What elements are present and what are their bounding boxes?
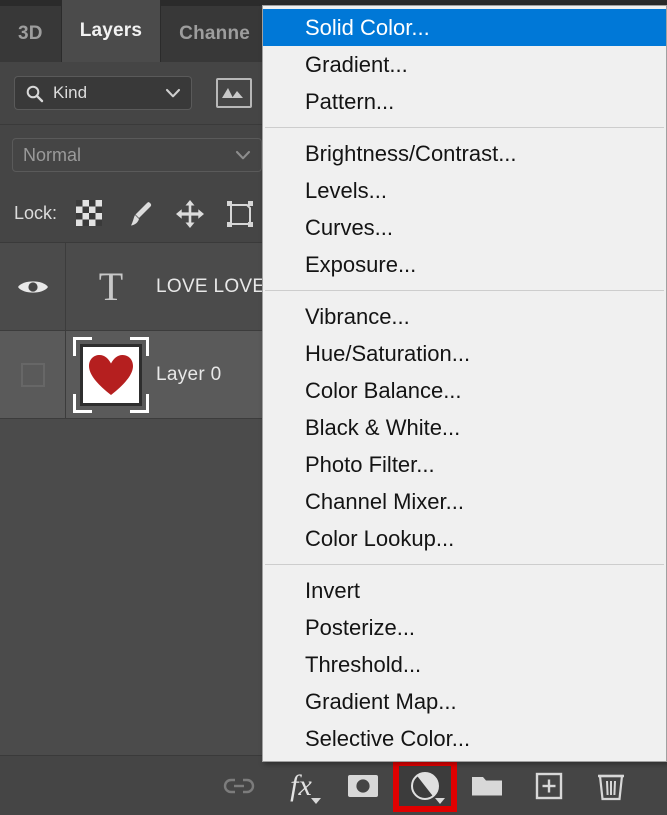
fx-label: fx	[290, 768, 312, 802]
menu-item-hue-saturation[interactable]: Hue/Saturation...	[263, 335, 666, 372]
blend-mode-select[interactable]: Normal	[12, 138, 262, 172]
adjustment-layer-context-menu: Solid Color... Gradient... Pattern... Br…	[262, 5, 667, 762]
menu-item-gradient-map[interactable]: Gradient Map...	[263, 683, 666, 720]
adjustment-layer-icon[interactable]	[393, 759, 457, 812]
tab-3d[interactable]: 3D	[0, 6, 62, 62]
text-layer-icon: T	[98, 263, 124, 309]
menu-item-pattern[interactable]: Pattern...	[263, 83, 666, 120]
menu-item-invert[interactable]: Invert	[263, 572, 666, 609]
new-group-folder-icon[interactable]	[459, 764, 515, 808]
search-icon	[25, 84, 44, 103]
eye-hidden-icon	[20, 362, 46, 388]
menu-item-threshold[interactable]: Threshold...	[263, 646, 666, 683]
menu-item-selective-color[interactable]: Selective Color...	[263, 720, 666, 757]
menu-item-label: Gradient Map...	[305, 688, 457, 714]
menu-item-label: Color Balance...	[305, 377, 462, 403]
menu-item-posterize[interactable]: Posterize...	[263, 609, 666, 646]
menu-item-label: Selective Color...	[305, 725, 471, 751]
tab-3d-label: 3D	[18, 23, 43, 44]
tab-channels[interactable]: Channe	[161, 6, 270, 62]
menu-item-label: Vibrance...	[305, 303, 410, 329]
delete-layer-trash-icon[interactable]	[583, 764, 639, 808]
menu-item-color-balance[interactable]: Color Balance...	[263, 372, 666, 409]
menu-item-color-lookup[interactable]: Color Lookup...	[263, 520, 666, 557]
menu-item-brightness-contrast[interactable]: Brightness/Contrast...	[263, 135, 666, 172]
menu-item-label: Exposure...	[305, 251, 417, 277]
menu-item-label: Invert	[305, 577, 361, 603]
menu-item-label: Gradient...	[305, 51, 408, 77]
chevron-down-icon	[165, 88, 181, 99]
layer-name-label: LOVE LOVE	[156, 275, 266, 297]
menu-item-label: Curves...	[305, 214, 394, 240]
eye-icon	[16, 276, 50, 298]
layer-style-fx-icon[interactable]: fx	[273, 764, 329, 808]
menu-item-label: Posterize...	[305, 614, 416, 640]
blend-mode-value: Normal	[23, 144, 82, 165]
menu-separator	[265, 290, 664, 291]
image-filter-icon[interactable]	[216, 78, 252, 108]
menu-item-label: Channel Mixer...	[305, 488, 464, 514]
menu-item-label: Threshold...	[305, 651, 422, 677]
menu-item-label: Color Lookup...	[305, 525, 455, 551]
menu-item-label: Solid Color...	[305, 14, 430, 40]
chevron-down-icon	[235, 150, 251, 161]
menu-item-exposure[interactable]: Exposure...	[263, 246, 666, 283]
menu-item-label: Brightness/Contrast...	[305, 140, 517, 166]
link-layers-icon[interactable]	[211, 764, 267, 808]
layer-name-label: Layer 0	[156, 363, 222, 385]
image-pixels-brush-icon[interactable]	[125, 199, 155, 229]
menu-item-levels[interactable]: Levels...	[263, 172, 666, 209]
filter-kind-select[interactable]: Kind	[14, 76, 192, 110]
artboard-nesting-icon[interactable]	[225, 199, 255, 229]
tab-channels-label: Channe	[179, 23, 251, 44]
menu-item-label: Photo Filter...	[305, 451, 435, 477]
menu-item-curves[interactable]: Curves...	[263, 209, 666, 246]
menu-item-label: Levels...	[305, 177, 387, 203]
layer-thumbnail[interactable]	[66, 336, 156, 413]
menu-item-photo-filter[interactable]: Photo Filter...	[263, 446, 666, 483]
tab-layers-label: Layers	[79, 20, 143, 41]
menu-item-label: Black & White...	[305, 414, 461, 440]
new-layer-icon[interactable]	[521, 764, 577, 808]
layer-mask-icon[interactable]	[335, 764, 391, 808]
menu-item-solid-color[interactable]: Solid Color...	[263, 9, 666, 46]
menu-item-black-and-white[interactable]: Black & White...	[263, 409, 666, 446]
transparent-pixels-icon[interactable]	[75, 199, 105, 229]
menu-separator	[265, 127, 664, 128]
layer-thumbnail[interactable]: T	[66, 263, 156, 309]
thumbnail-selection-frame	[73, 336, 149, 413]
lock-label: Lock:	[14, 203, 58, 223]
chevron-down-icon	[435, 797, 445, 804]
layer-visibility-toggle[interactable]	[0, 331, 66, 418]
menu-separator	[265, 564, 664, 565]
layers-panel: 3D Layers Channe Kind Normal Lock: T LOV…	[0, 0, 667, 815]
tab-layers[interactable]: Layers	[61, 0, 162, 62]
chevron-down-icon	[311, 797, 321, 804]
layer-visibility-toggle[interactable]	[0, 243, 66, 330]
menu-item-channel-mixer[interactable]: Channel Mixer...	[263, 483, 666, 520]
filter-kind-value: Kind	[53, 83, 88, 102]
menu-item-vibrance[interactable]: Vibrance...	[263, 298, 666, 335]
position-move-icon[interactable]	[175, 199, 205, 229]
menu-item-label: Pattern...	[305, 88, 395, 114]
heart-thumbnail	[80, 343, 142, 406]
menu-item-label: Hue/Saturation...	[305, 340, 471, 366]
menu-item-gradient[interactable]: Gradient...	[263, 46, 666, 83]
layers-panel-toolbar: fx	[0, 755, 667, 815]
